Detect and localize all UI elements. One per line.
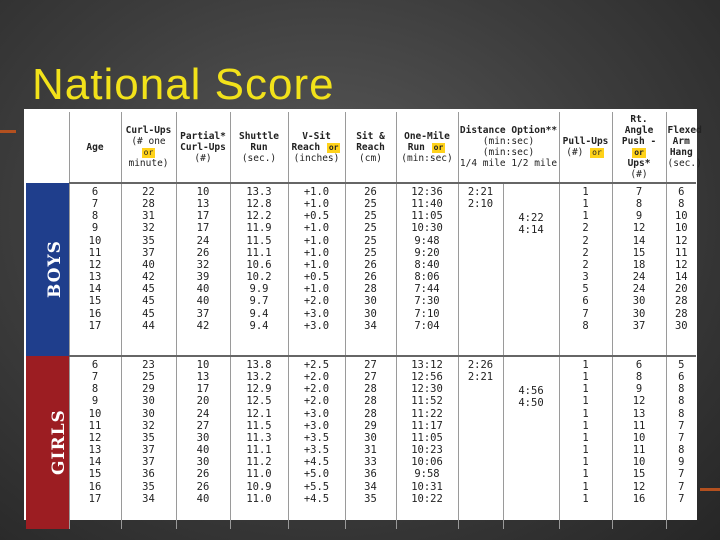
decorative-tick-right: [700, 488, 720, 491]
girls-right-angle-push-ups: 6 8 9 12 13 11 10 11 10 15 12 16: [611, 355, 667, 529]
girls-row-group: GIRLS 6 7 8 9 10 11 12 13 14 15 16 17 23…: [26, 355, 697, 529]
boys-half-mile: 4:22 4:14: [502, 182, 560, 356]
boys-pull-ups: 1 1 1 2 2 2 2 3 5 6 7 8: [558, 182, 613, 356]
boys-curl-ups: 22 28 31 32 35 37 40 42 45 45 45 44: [120, 182, 176, 356]
header-curl-ups: Curl-Ups (# one or minute): [120, 112, 176, 183]
boys-one-mile-run: 12:36 11:40 11:05 10:30 9:48 9:20 8:40 8…: [395, 182, 458, 356]
or-badge: or: [632, 148, 646, 158]
boys-right-angle-push-ups: 7 8 9 12 14 15 18 24 24 30 30 37: [611, 182, 667, 356]
header-flexed-arm-hang: Flexed Arm Hang (sec.): [665, 112, 702, 183]
boys-age: 6 7 8 9 10 11 12 13 14 15 16 17: [68, 182, 121, 356]
boys-row-group: BOYS 6 7 8 9 10 11 12 13 14 15 16 17 22 …: [26, 182, 697, 356]
girls-one-mile-run: 13:12 12:56 12:30 11:52 11:22 11:17 11:0…: [395, 355, 458, 529]
girls-flexed-arm-hang: 5 6 8 8 8 7 7 8 9 7 7 7: [665, 355, 697, 529]
girls-label: GIRLS: [26, 356, 69, 529]
header-blank: [26, 112, 69, 183]
boys-shuttle-run: 13.3 12.8 12.2 11.9 11.5 11.1 10.6 10.2 …: [229, 182, 288, 356]
header-v-sit-reach: V-Sit Reach or (inches): [287, 112, 345, 183]
header-right-angle-push-ups: Rt. Angle Push - or Ups* (#): [611, 112, 667, 183]
header-partial-curl-ups: Partial* Curl-Ups (#): [175, 112, 230, 183]
decorative-tick-left: [0, 130, 16, 133]
header-age: Age: [68, 112, 121, 183]
boys-quarter-mile: 2:21 2:10: [457, 182, 503, 356]
header-one-mile-run: One-Mile Run or (min:sec): [395, 112, 458, 183]
or-badge: or: [326, 142, 341, 153]
girls-shuttle-run: 13.8 13.2 12.9 12.5 12.1 11.5 11.3 11.1 …: [229, 355, 288, 529]
girls-pull-ups: 1 1 1 1 1 1 1 1 1 1 1 1: [558, 355, 613, 529]
girls-sit-and-reach: 27 27 28 28 28 29 30 31 33 36 34 35: [344, 355, 396, 529]
girls-half-mile: 4:56 4:50: [502, 355, 560, 529]
or-badge: or: [590, 148, 604, 158]
boys-label: BOYS: [26, 183, 69, 356]
header-sit-and-reach: Sit & Reach (cm): [344, 112, 396, 183]
or-badge: or: [431, 142, 446, 153]
header-pull-ups: Pull-Ups (#) or: [558, 112, 613, 183]
header-distance-option: Distance Option** (min:sec) (min:sec) 1/…: [457, 112, 560, 183]
girls-curl-ups: 23 25 29 30 30 32 35 37 37 36 35 34: [120, 355, 176, 529]
or-badge: or: [141, 148, 156, 158]
national-score-table: Age Curl-Ups (# one or minute) Partial* …: [26, 112, 702, 529]
boys-partial-curl-ups: 10 13 17 17 24 26 32 39 40 40 37 42: [175, 182, 230, 356]
girls-quarter-mile: 2:26 2:21: [457, 355, 503, 529]
slide-title: National Score: [32, 60, 335, 109]
girls-age: 6 7 8 9 10 11 12 13 14 15 16 17: [68, 355, 121, 529]
girls-v-sit-reach: +2.5 +2.0 +2.0 +2.0 +3.0 +3.0 +3.5 +3.5 …: [287, 355, 345, 529]
girls-partial-curl-ups: 10 13 17 20 24 27 30 40 30 26 26 40: [175, 355, 230, 529]
table-header-row: Age Curl-Ups (# one or minute) Partial* …: [26, 112, 702, 183]
boys-sit-and-reach: 26 25 25 25 25 25 26 26 28 30 30 34: [344, 182, 396, 356]
boys-v-sit-reach: +1.0 +1.0 +0.5 +1.0 +1.0 +1.0 +1.0 +0.5 …: [287, 182, 345, 356]
header-shuttle-run: Shuttle Run (sec.): [229, 112, 288, 183]
boys-flexed-arm-hang: 6 8 10 10 12 11 12 14 20 28 28 30: [665, 182, 697, 356]
